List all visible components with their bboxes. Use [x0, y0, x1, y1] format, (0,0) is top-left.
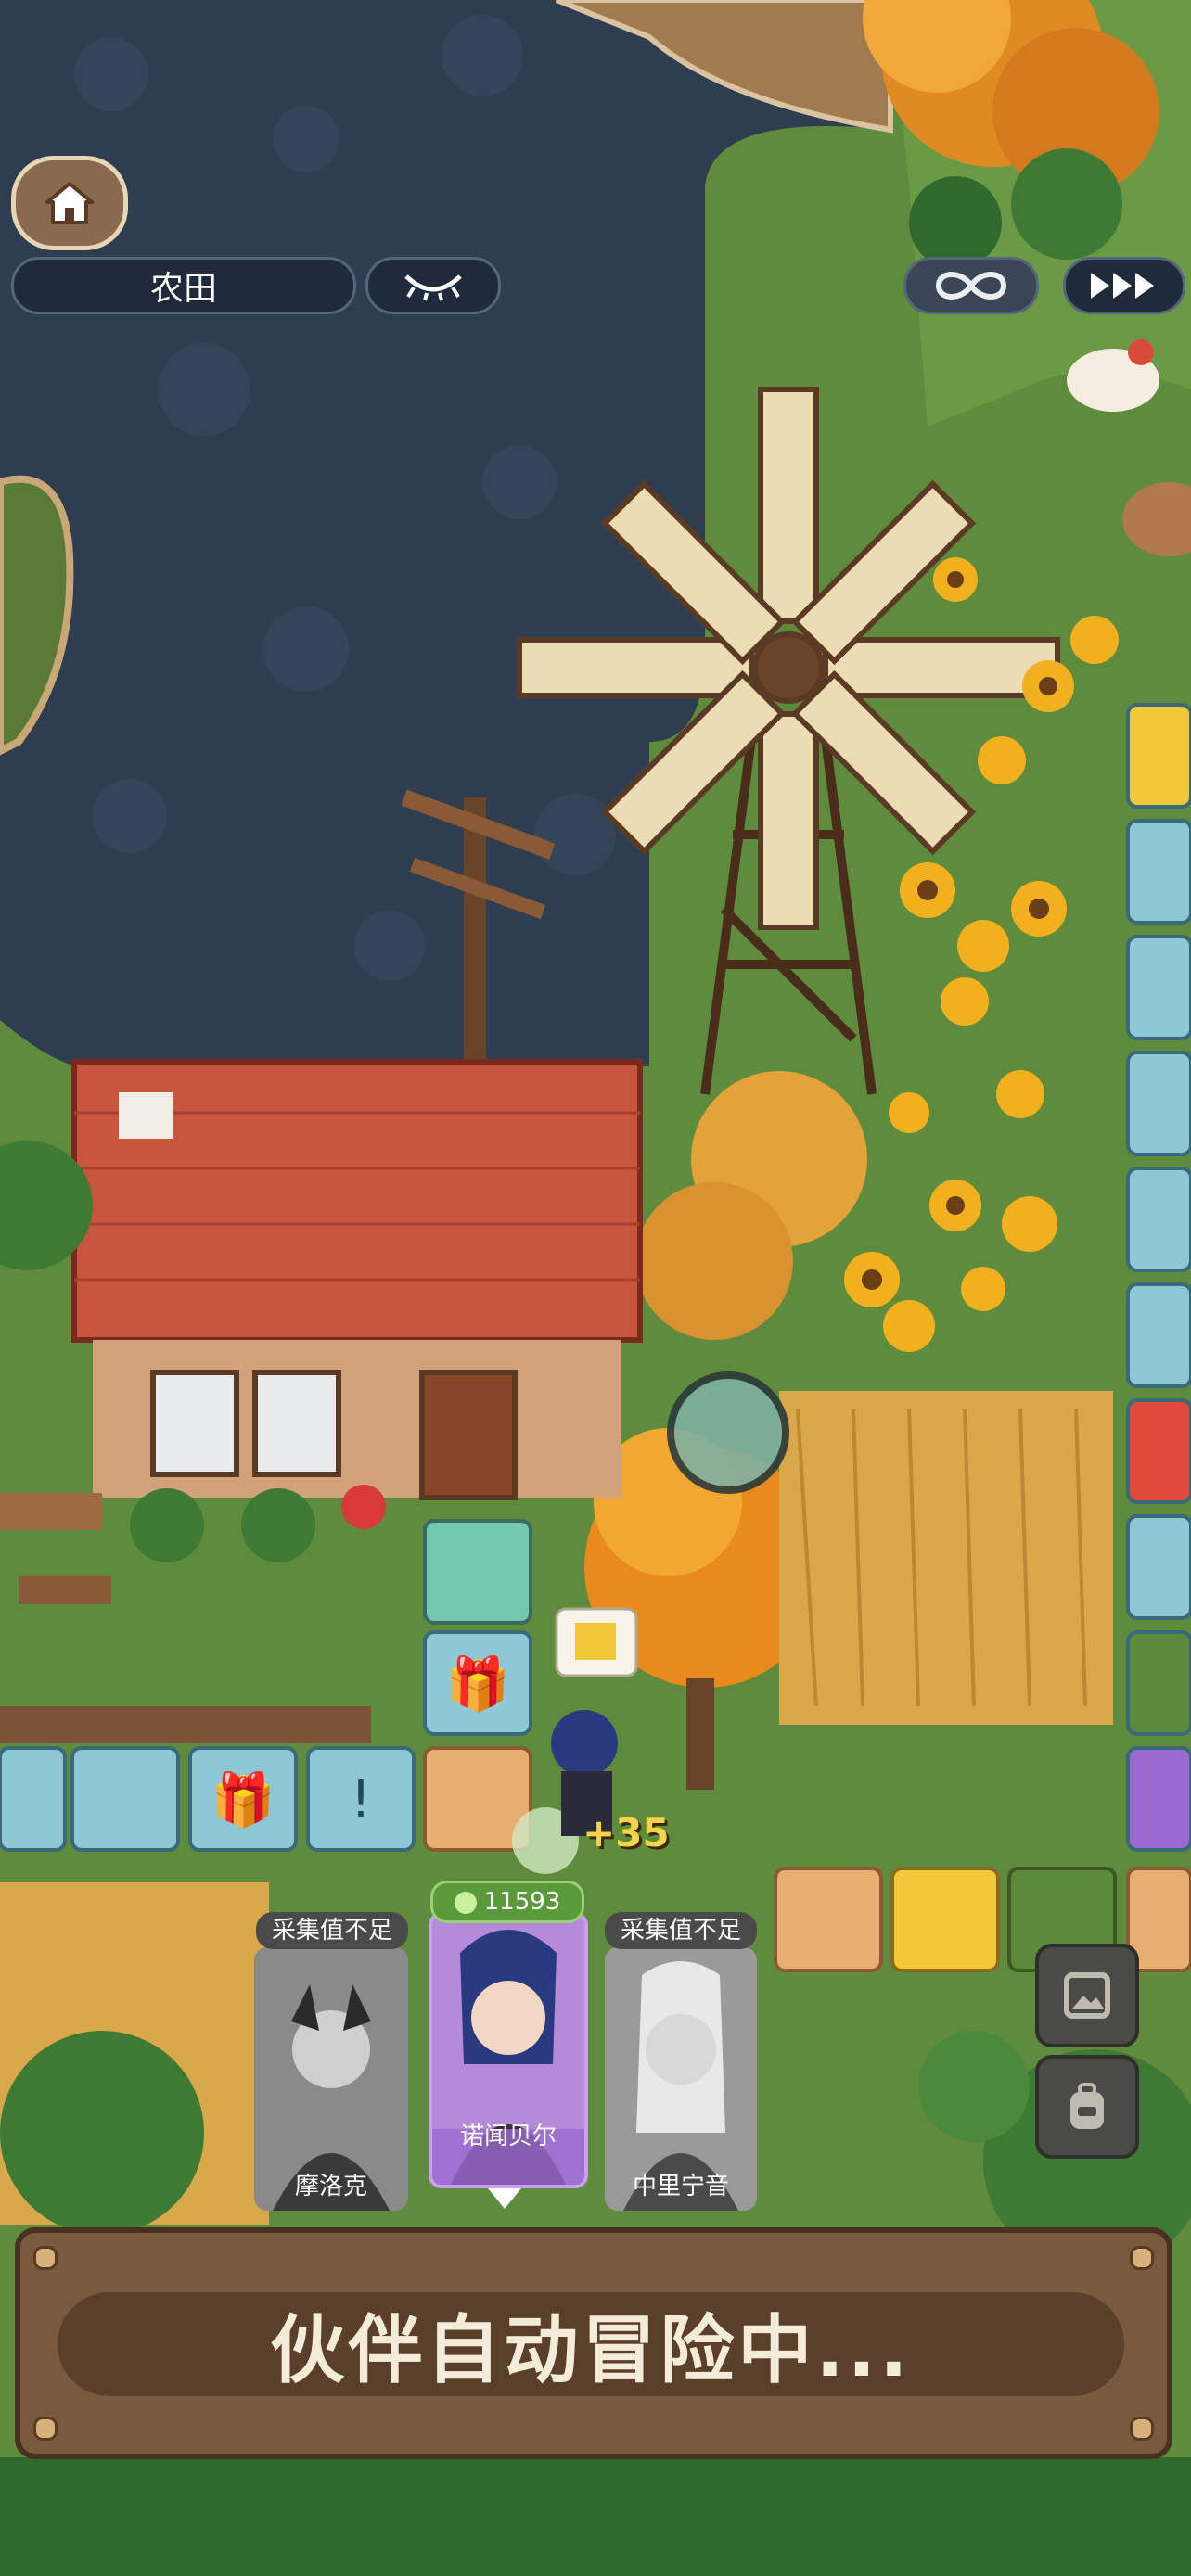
backpack-button[interactable]	[1035, 2055, 1139, 2159]
speed-toggle[interactable]	[1063, 257, 1185, 314]
fast-forward-icon	[1091, 273, 1154, 299]
partner-name: 摩洛克	[294, 2173, 367, 2200]
partner-name: 诺闻贝尔	[459, 2123, 557, 2150]
closed-eye-icon	[404, 274, 462, 301]
svg-text:!: !	[351, 1770, 371, 1830]
partner-power-badge: 11593	[430, 1881, 584, 1923]
location-text: 农田	[149, 270, 217, 308]
auto-loop-toggle[interactable]	[903, 257, 1039, 314]
gallery-button[interactable]	[1035, 1944, 1139, 2047]
partner-card[interactable]: 中里宁音	[605, 1947, 757, 2211]
auto-adventure-banner: 伙伴自动冒险中...	[15, 2227, 1172, 2459]
partner-status-badge: 采集值不足	[256, 1912, 408, 1949]
picture-icon	[1064, 1972, 1110, 2019]
infinity-icon	[935, 272, 1007, 300]
svg-text:🎁: 🎁	[211, 1770, 275, 1830]
home-button[interactable]	[11, 156, 128, 250]
svg-text:🎁: 🎁	[445, 1654, 510, 1715]
partner-card[interactable]: 摩洛克	[254, 1947, 408, 2211]
partner-status-badge: 采集值不足	[605, 1912, 757, 1949]
auto-adventure-status-text: 伙伴自动冒险中...	[58, 2292, 1124, 2396]
selected-indicator-arrow	[488, 2188, 521, 2209]
banner-rivet	[1130, 2246, 1154, 2270]
partner-name: 中里宁音	[632, 2173, 729, 2200]
location-label: 农田	[11, 257, 356, 314]
banner-rivet	[33, 2417, 58, 2441]
partner-power-value: 11593	[483, 1888, 561, 1916]
power-icon	[454, 1891, 477, 1914]
game-scene: 🎁 ! 🎁	[0, 0, 1191, 2576]
reward-float-text: +35	[583, 1810, 670, 1855]
partner-card-selected[interactable]: 诺闻贝尔	[429, 1912, 588, 2188]
home-icon	[45, 182, 94, 224]
hide-ui-toggle[interactable]	[365, 257, 501, 314]
banner-rivet	[33, 2246, 58, 2270]
banner-rivet	[1130, 2417, 1154, 2441]
backpack-icon	[1070, 2083, 1104, 2129]
